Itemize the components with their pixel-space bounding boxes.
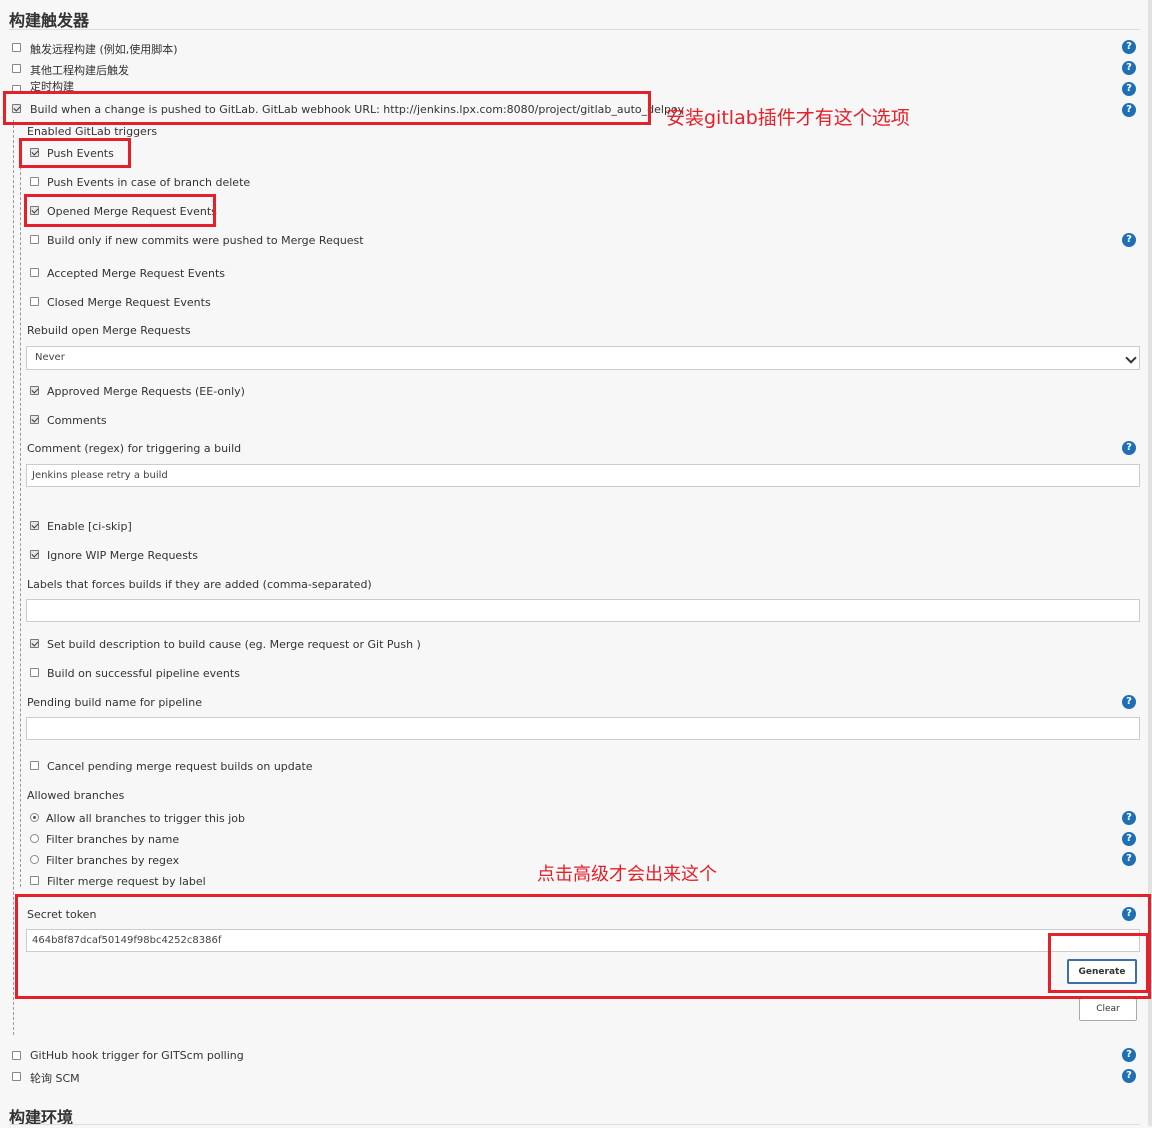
- labels-force-label: Labels that forces builds if they are ad…: [27, 578, 372, 591]
- build-on-pipeline-label: Build on successful pipeline events: [47, 667, 240, 680]
- comments-checkbox[interactable]: [30, 415, 39, 424]
- help-icon[interactable]: ?: [1122, 82, 1136, 96]
- push-events-branch-delete-label: Push Events in case of branch delete: [47, 176, 251, 189]
- rebuild-open-mr-select[interactable]: Never: [26, 346, 1140, 370]
- help-icon[interactable]: ?: [1122, 61, 1136, 75]
- clear-button[interactable]: Clear: [1079, 998, 1137, 1021]
- poll-scm-checkbox[interactable]: [12, 1072, 21, 1081]
- set-build-description-checkbox[interactable]: [30, 639, 39, 648]
- comment-regex-input[interactable]: Jenkins please retry a build: [26, 464, 1140, 487]
- help-icon[interactable]: ?: [1122, 233, 1136, 247]
- github-hook-checkbox[interactable]: [12, 1051, 21, 1060]
- help-icon[interactable]: ?: [1122, 441, 1136, 455]
- set-build-description-label: Set build description to build cause (eg…: [47, 638, 421, 651]
- allowed-branches-label: Allowed branches: [27, 789, 125, 802]
- nested-indent-line: [13, 120, 14, 1035]
- section-divider: [9, 29, 1140, 30]
- labels-force-input[interactable]: [26, 599, 1140, 622]
- approved-mr-checkbox[interactable]: [30, 386, 39, 395]
- pending-build-name-input[interactable]: [26, 717, 1140, 740]
- help-icon[interactable]: ?: [1122, 832, 1136, 846]
- rebuild-open-mr-label: Rebuild open Merge Requests: [27, 324, 191, 337]
- section-title-build-triggers: 构建触发器: [9, 11, 90, 30]
- filter-mr-by-label-label: Filter merge request by label: [47, 875, 206, 888]
- filter-by-regex-radio[interactable]: [30, 855, 39, 864]
- pending-build-name-label: Pending build name for pipeline: [27, 696, 202, 709]
- help-icon[interactable]: ?: [1122, 811, 1136, 825]
- help-icon[interactable]: ?: [1122, 1069, 1136, 1083]
- annotation-box-gitlab-trigger: [3, 91, 651, 125]
- trigger-remote-label: 触发远程构建 (例如,使用脚本): [30, 43, 178, 56]
- allow-all-branches-radio[interactable]: [30, 813, 39, 822]
- enable-ci-skip-label: Enable [ci-skip]: [47, 520, 132, 533]
- annotation-advanced-note: 点击高级才会出来这个: [537, 864, 717, 885]
- comment-regex-label: Comment (regex) for triggering a build: [27, 442, 242, 455]
- filter-mr-by-label-checkbox[interactable]: [30, 876, 39, 885]
- approved-mr-label: Approved Merge Requests (EE-only): [47, 385, 245, 398]
- help-icon[interactable]: ?: [1122, 695, 1136, 709]
- cancel-pending-label: Cancel pending merge request builds on u…: [47, 760, 313, 773]
- build-on-pipeline-checkbox[interactable]: [30, 668, 39, 677]
- annotation-box-secret-token: [15, 894, 1151, 999]
- allow-all-branches-label: Allow all branches to trigger this job: [46, 812, 245, 825]
- enable-ci-skip-checkbox[interactable]: [30, 521, 39, 530]
- chevron-down-icon: [1125, 352, 1137, 364]
- push-events-branch-delete-checkbox[interactable]: [30, 177, 39, 186]
- ignore-wip-checkbox[interactable]: [30, 550, 39, 559]
- github-hook-label: GitHub hook trigger for GITScm polling: [30, 1049, 244, 1062]
- accepted-mr-events-checkbox[interactable]: [30, 268, 39, 277]
- filter-by-regex-label: Filter branches by regex: [46, 854, 180, 867]
- nested-indent-line-inner: [20, 142, 21, 887]
- build-only-new-commits-checkbox[interactable]: [30, 235, 39, 244]
- help-icon[interactable]: ?: [1122, 1048, 1136, 1062]
- filter-by-name-radio[interactable]: [30, 834, 39, 843]
- cancel-pending-checkbox[interactable]: [30, 761, 39, 770]
- annotation-gitlab-plugin-note: 安装gitlab插件才有这个选项: [666, 107, 910, 129]
- poll-scm-label: 轮询 SCM: [30, 1072, 80, 1085]
- annotation-box-opened-mr: [24, 194, 216, 227]
- comments-label: Comments: [47, 414, 107, 427]
- trigger-after-other-label: 其他工程构建后触发: [30, 64, 129, 77]
- help-icon[interactable]: ?: [1122, 852, 1136, 866]
- trigger-remote-checkbox[interactable]: [12, 43, 21, 52]
- help-icon[interactable]: ?: [1122, 40, 1136, 54]
- filter-by-name-label: Filter branches by name: [46, 833, 180, 846]
- build-only-new-commits-label: Build only if new commits were pushed to…: [47, 234, 364, 247]
- annotation-box-push-events: [19, 138, 131, 168]
- closed-mr-events-label: Closed Merge Request Events: [47, 296, 211, 309]
- trigger-after-other-checkbox[interactable]: [12, 64, 21, 73]
- rebuild-open-mr-value: Never: [35, 352, 65, 363]
- closed-mr-events-checkbox[interactable]: [30, 297, 39, 306]
- enabled-gitlab-triggers-label: Enabled GitLab triggers: [27, 125, 158, 138]
- section-divider: [9, 1124, 1140, 1125]
- accepted-mr-events-label: Accepted Merge Request Events: [47, 267, 225, 280]
- annotation-box-generate: [1048, 933, 1149, 993]
- ignore-wip-label: Ignore WIP Merge Requests: [47, 549, 198, 562]
- help-icon[interactable]: ?: [1122, 103, 1136, 117]
